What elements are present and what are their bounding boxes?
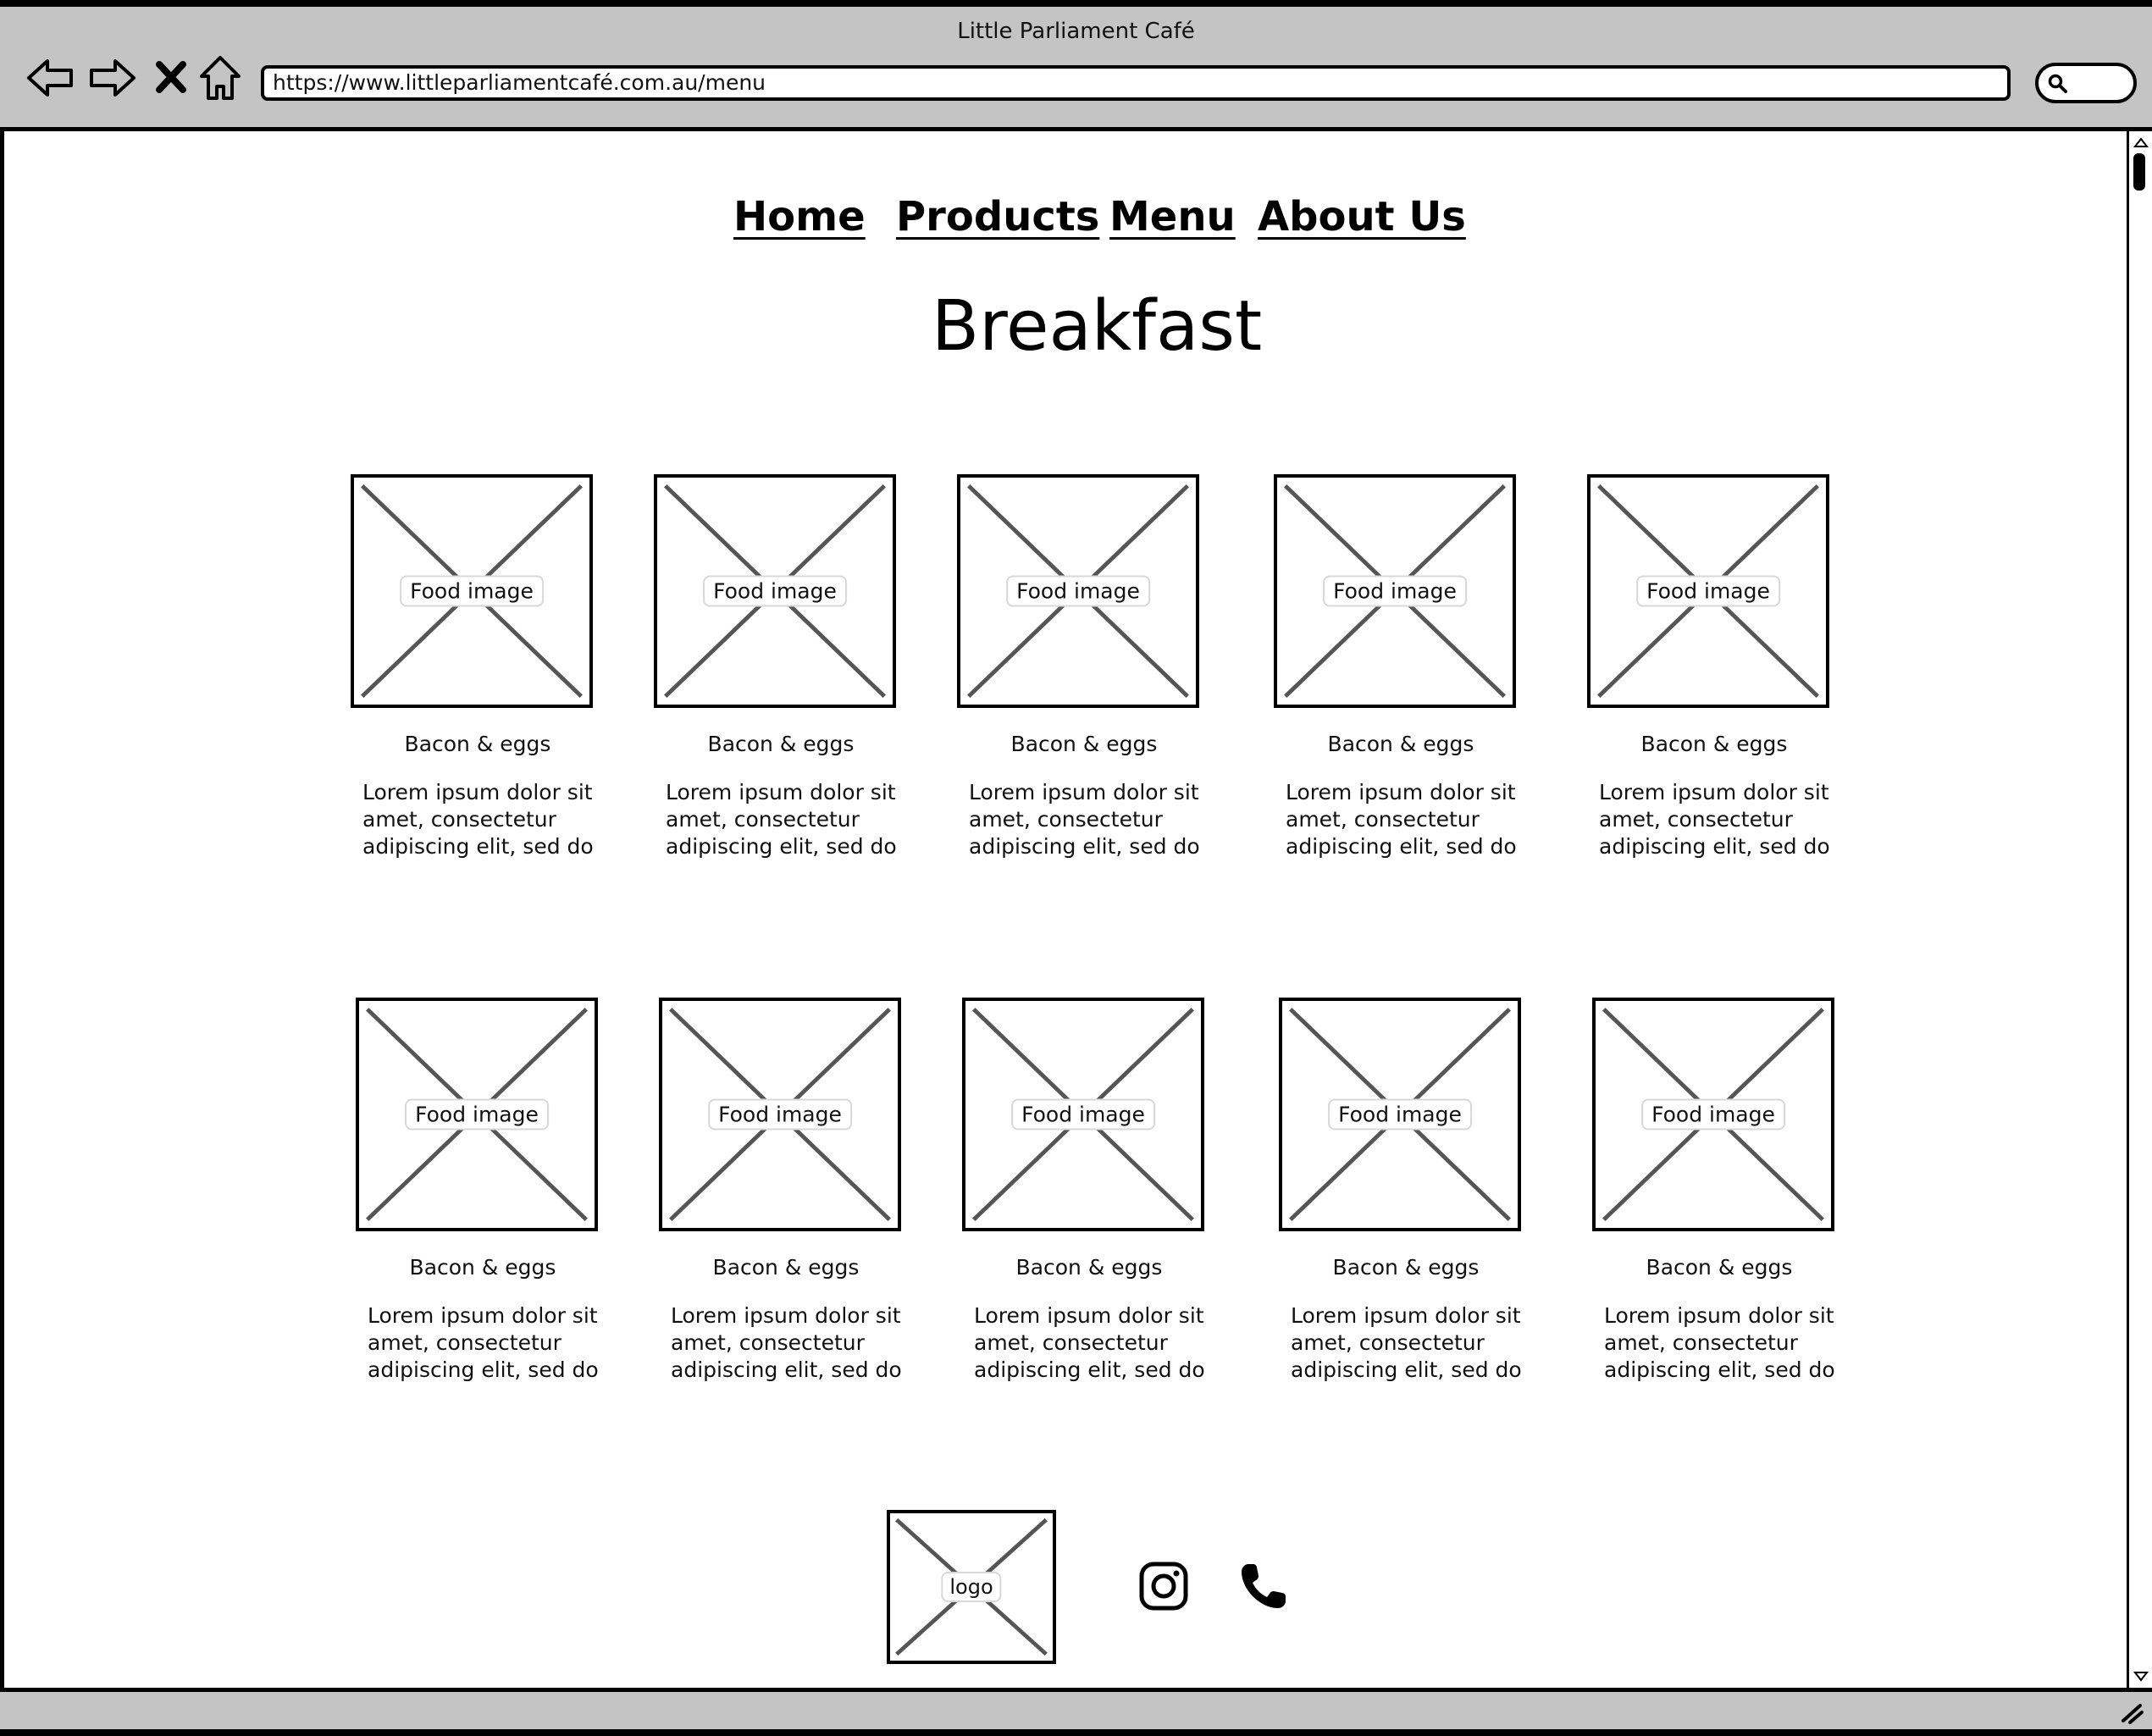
phone-icon[interactable] [1238,1561,1289,1612]
search-icon [2048,74,2067,93]
scroll-thumb[interactable] [2133,153,2145,191]
menu-item-name: Bacon & eggs [1640,732,1788,756]
food-image-placeholder: Food image [1279,998,1521,1231]
menu-item-name: Bacon & eggs [409,1255,556,1280]
browser-toolbar: Little Parliament Café https://www.littl… [0,0,2152,131]
instagram-icon[interactable] [1138,1561,1189,1612]
close-x-icon [156,61,186,93]
back-button[interactable] [24,51,78,105]
menu-item-name: Bacon & eggs [712,1255,860,1280]
menu-item-name: Bacon & eggs [1010,732,1158,756]
nav-link-home[interactable]: Home [733,193,866,240]
menu-item-description: Lorem ipsum dolor sit amet, consectetur … [666,780,897,859]
address-bar[interactable]: https://www.littleparliamentcafé.com.au/… [261,65,2011,101]
menu-item-name: Bacon & eggs [707,732,855,756]
food-image-placeholder: Food image [356,998,598,1231]
menu-item-name: Bacon & eggs [1646,1255,1793,1280]
image-placeholder-label: Food image [708,1098,852,1131]
window-title: Little Parliament Café [957,19,1195,44]
scroll-down-arrow-icon[interactable] [2129,1667,2152,1686]
menu-item-description: Lorem ipsum dolor sit amet, consectetur … [1599,780,1830,859]
food-image-placeholder: Food image [957,474,1199,708]
scroll-up-arrow-icon[interactable] [2129,133,2152,152]
menu-item-description: Lorem ipsum dolor sit amet, consectetur … [671,1303,902,1382]
food-image-placeholder: Food image [654,474,896,708]
logo-label: logo [941,1572,1002,1602]
menu-item-name: Bacon & eggs [404,732,551,756]
forward-arrow-icon [90,59,136,97]
menu-item-description: Lorem ipsum dolor sit amet, consectetur … [368,1303,599,1382]
menu-item-description: Lorem ipsum dolor sit amet, consectetur … [1286,780,1517,859]
nav-link-products[interactable]: Products [896,193,1099,240]
menu-item-description: Lorem ipsum dolor sit amet, consectetur … [362,780,594,859]
page-title: Breakfast [931,286,1263,367]
menu-item-name: Bacon & eggs [1332,1255,1480,1280]
image-placeholder-label: Food image [405,1098,549,1131]
image-placeholder-label: Food image [1011,1098,1155,1131]
logo-placeholder[interactable]: logo [887,1510,1056,1664]
food-image-placeholder: Food image [1274,474,1516,708]
food-image-placeholder: Food image [1587,474,1829,708]
food-image-placeholder: Food image [1592,998,1834,1231]
home-button[interactable] [193,51,247,105]
menu-item-description: Lorem ipsum dolor sit amet, consectetur … [974,1303,1205,1382]
browser-window: Little Parliament Café https://www.littl… [0,0,2152,1736]
image-placeholder-label: Food image [703,575,847,607]
search-box[interactable] [2035,63,2137,103]
image-placeholder-label: Food image [1636,575,1780,607]
resize-grip-icon[interactable] [2118,1699,2144,1724]
image-placeholder-label: Food image [400,575,544,607]
nav-link-about-us[interactable]: About Us [1258,193,1466,240]
menu-item-name: Bacon & eggs [1327,732,1474,756]
image-placeholder-label: Food image [1323,575,1467,607]
nav-link-menu[interactable]: Menu [1109,193,1236,240]
main-nav: Home Products Menu About Us [0,193,2127,252]
image-placeholder-label: Food image [1006,575,1150,607]
menu-item-description: Lorem ipsum dolor sit amet, consectetur … [1291,1303,1522,1382]
food-image-placeholder: Food image [962,998,1204,1231]
menu-item-name: Bacon & eggs [1015,1255,1163,1280]
image-placeholder-label: Food image [1641,1098,1785,1131]
food-image-placeholder: Food image [659,998,901,1231]
stop-button[interactable] [144,51,198,105]
back-arrow-icon [27,59,73,97]
food-image-placeholder: Food image [351,474,593,708]
image-placeholder-label: Food image [1328,1098,1472,1131]
status-bar [0,1688,2152,1736]
home-icon [200,56,241,100]
forward-button[interactable] [85,51,139,105]
menu-item-description: Lorem ipsum dolor sit amet, consectetur … [1604,1303,1835,1382]
menu-item-description: Lorem ipsum dolor sit amet, consectetur … [969,780,1200,859]
